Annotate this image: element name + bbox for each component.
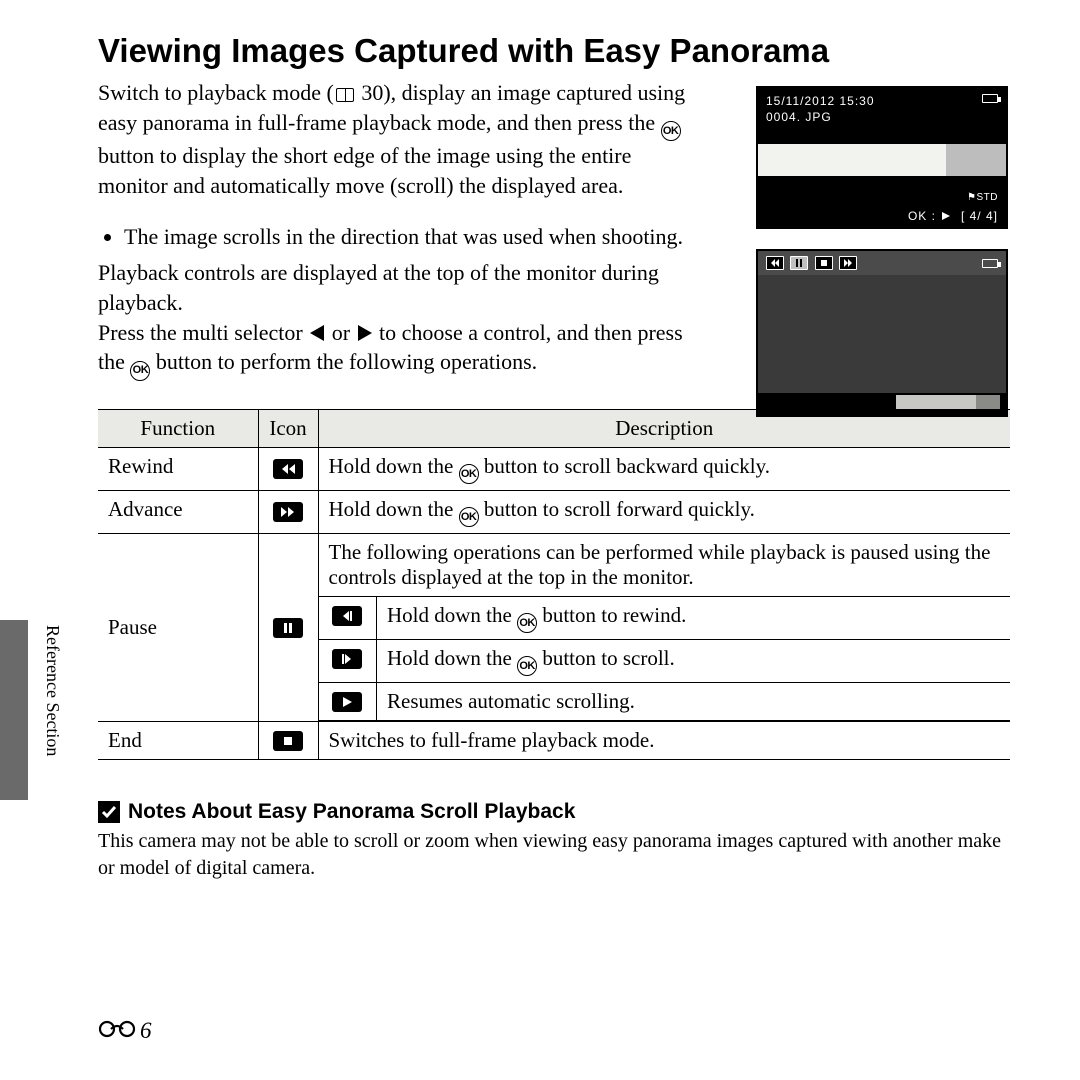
pause-sub-desc: Hold down the OK button to rewind. <box>377 596 1011 639</box>
txt: button to scroll backward quickly. <box>479 454 770 478</box>
pause-sub-desc: Hold down the OK button to scroll. <box>377 639 1011 682</box>
ok-button-icon: OK <box>459 507 479 527</box>
screen-illustrations: 15/11/2012 15:30 0004. JPG ⚑STD OK : [ 4… <box>756 86 1008 437</box>
screen-preview-1: 15/11/2012 15:30 0004. JPG ⚑STD OK : [ 4… <box>756 86 1008 229</box>
mid-paragraph: Press the multi selector or to choose a … <box>98 318 703 381</box>
ctrl-forward-icon <box>839 256 857 270</box>
fn-icon-cell <box>258 721 318 759</box>
panorama-view-area <box>758 275 1006 393</box>
manual-ref-icon <box>336 88 354 102</box>
thumbnail-strip <box>758 393 1006 415</box>
txt: Hold down the <box>387 646 517 670</box>
step-rewind-icon <box>332 606 362 626</box>
function-table: Function Icon Description Rewind Hold do… <box>98 409 1010 760</box>
intro-text: button to display the short edge of the … <box>98 143 631 198</box>
ctrl-stop-icon <box>815 256 833 270</box>
right-arrow-icon <box>358 325 372 341</box>
txt: STD <box>977 192 999 203</box>
panorama-strip <box>758 144 1006 176</box>
mid-text: button to perform the following operatio… <box>150 349 537 374</box>
pause-sub-desc: Resumes automatic scrolling. <box>377 682 1011 720</box>
mid-paragraph: Playback controls are displayed at the t… <box>98 258 703 317</box>
bullet-item: The image scrolls in the direction that … <box>124 222 703 252</box>
pause-intro: The following operations can be performe… <box>319 534 1011 597</box>
fn-icon-cell <box>258 447 318 490</box>
side-tab-bar <box>0 620 28 800</box>
screen-filename: 0004. JPG <box>758 110 1006 128</box>
playback-controls <box>766 256 860 270</box>
table-row: Pause The following operations can be pe… <box>98 533 1010 721</box>
intro-paragraph: Switch to playback mode ( 30), display a… <box>98 78 703 200</box>
pause-icon <box>273 618 303 638</box>
fn-name: Advance <box>98 490 258 533</box>
ctrl-rewind-icon <box>766 256 784 270</box>
ok-button-icon: OK <box>459 464 479 484</box>
mid-section: The image scrolls in the direction that … <box>98 222 703 380</box>
play-icon <box>332 692 362 712</box>
reference-link-icon <box>98 1018 136 1044</box>
fn-name: End <box>98 721 258 759</box>
fn-name: Rewind <box>98 447 258 490</box>
screen-badge: ⚑STD <box>758 192 1006 205</box>
rewind-icon <box>273 459 303 479</box>
fn-desc: Hold down the OK button to scroll backwa… <box>318 447 1010 490</box>
battery-icon <box>982 94 998 103</box>
note-check-icon <box>98 801 120 823</box>
ok-button-icon: OK <box>517 613 537 633</box>
fn-name: Pause <box>98 533 258 721</box>
left-arrow-icon <box>310 325 324 341</box>
step-forward-icon <box>332 649 362 669</box>
txt: button to scroll. <box>537 646 675 670</box>
ok-button-icon: OK <box>517 656 537 676</box>
mid-text: or <box>326 320 355 345</box>
th-function: Function <box>98 409 258 447</box>
table-row: End Switches to full-frame playback mode… <box>98 721 1010 759</box>
fn-desc: Switches to full-frame playback mode. <box>318 721 1010 759</box>
page-number: 6 <box>98 1018 152 1044</box>
page-title: Viewing Images Captured with Easy Panora… <box>98 32 1010 70</box>
table-row: Advance Hold down the OK button to scrol… <box>98 490 1010 533</box>
txt: button to rewind. <box>537 603 686 627</box>
section-side-label: Reference Section <box>42 625 63 756</box>
battery-icon <box>982 259 998 268</box>
page-num-text: 6 <box>140 1018 152 1044</box>
txt: [ 4/ 4] <box>961 209 998 223</box>
notes-title: Notes About Easy Panorama Scroll Playbac… <box>128 800 575 824</box>
ctrl-pause-icon <box>790 256 808 270</box>
th-icon: Icon <box>258 409 318 447</box>
screen-preview-2 <box>756 249 1008 417</box>
fn-icon-cell <box>258 533 318 721</box>
fn-desc: Hold down the OK button to scroll forwar… <box>318 490 1010 533</box>
ok-button-icon: OK <box>130 361 150 381</box>
txt: button to scroll forward quickly. <box>479 497 755 521</box>
txt: Hold down the <box>329 497 459 521</box>
stop-icon <box>273 731 303 751</box>
txt: Hold down the <box>329 454 459 478</box>
notes-block: Notes About Easy Panorama Scroll Playbac… <box>98 800 1010 882</box>
table-row: Rewind Hold down the OK button to scroll… <box>98 447 1010 490</box>
screen-bottom-line: OK : [ 4/ 4] <box>758 205 1006 227</box>
advance-icon <box>273 502 303 522</box>
screen-datetime: 15/11/2012 15:30 <box>766 94 875 108</box>
txt: Hold down the <box>387 603 517 627</box>
fn-desc: The following operations can be performe… <box>318 533 1010 721</box>
notes-body: This camera may not be able to scroll or… <box>98 828 1010 882</box>
fn-icon-cell <box>258 490 318 533</box>
txt: OK : <box>908 209 936 223</box>
mid-text: Press the multi selector <box>98 320 308 345</box>
intro-text: Switch to playback mode ( <box>98 80 334 105</box>
ok-button-icon: OK <box>661 121 681 141</box>
